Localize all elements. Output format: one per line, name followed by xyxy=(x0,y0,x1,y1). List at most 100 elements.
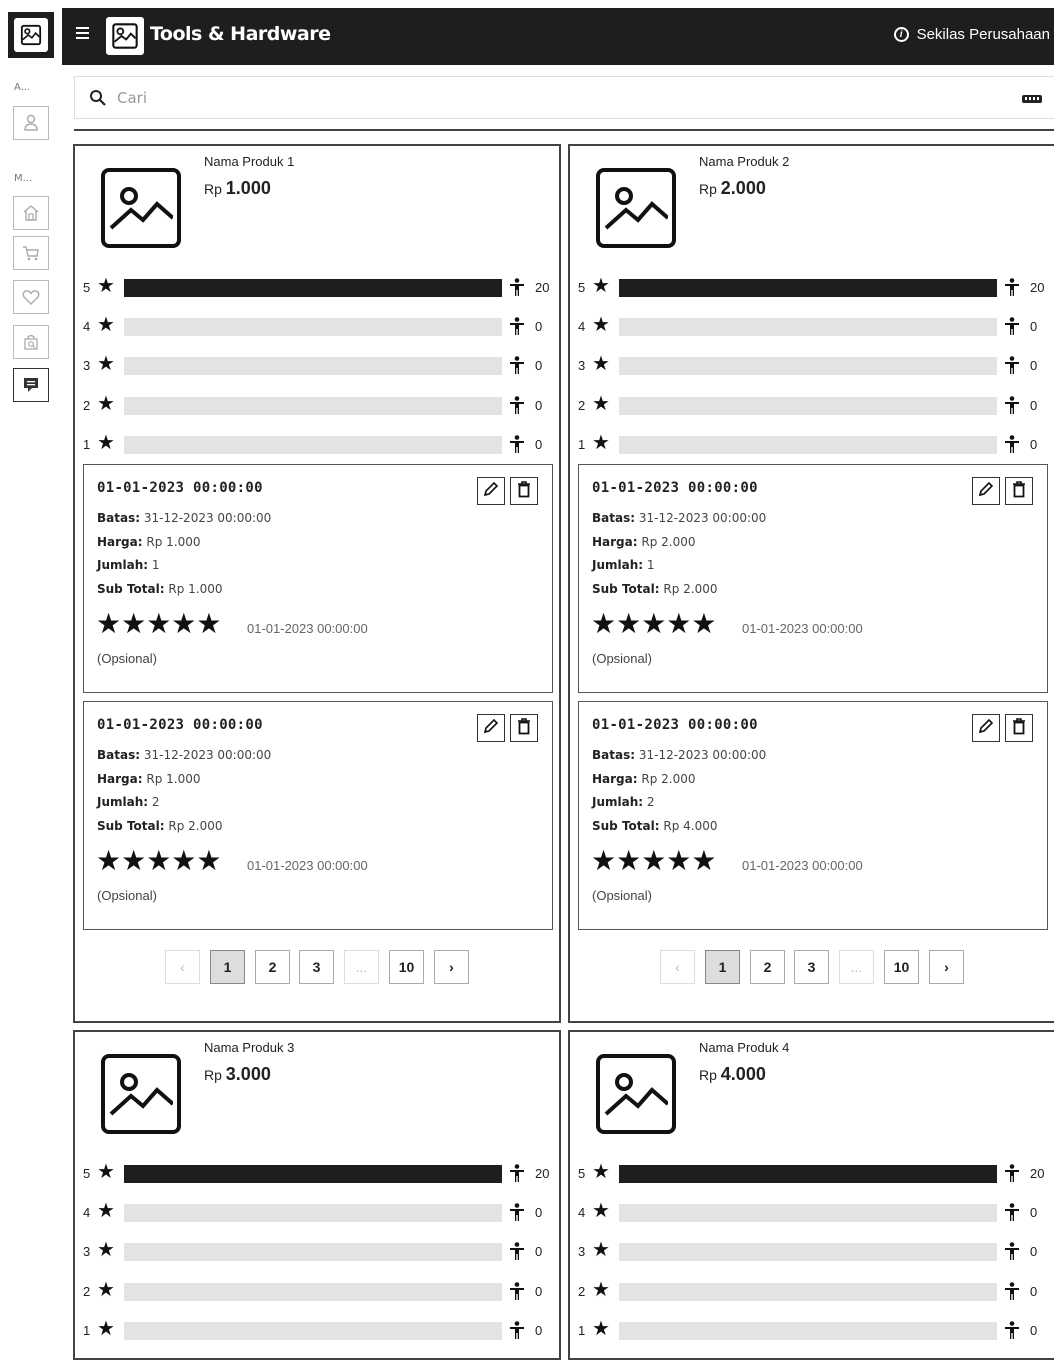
quantity-line-value: 1 xyxy=(151,558,160,572)
rating-star-number: 3 xyxy=(83,1244,91,1259)
star-icon: ★ xyxy=(97,314,115,336)
rail-section-a-label: A... xyxy=(14,82,31,93)
price-line-value: Rp 1.000 xyxy=(146,535,201,549)
content-divider xyxy=(74,129,1054,131)
product-price: Rp 2.000 xyxy=(699,178,766,199)
rating-row: 5 ★ 20 xyxy=(578,276,1048,297)
rating-star-number: 1 xyxy=(578,437,586,452)
rating-star-number: 4 xyxy=(578,1205,586,1220)
search-bar xyxy=(74,76,1054,119)
rating-row: 5 ★ 20 xyxy=(83,276,553,297)
heart-icon xyxy=(22,290,40,305)
rail-home-button[interactable] xyxy=(13,196,49,230)
product-price: Rp 4.000 xyxy=(699,1064,766,1085)
rating-count: 0 xyxy=(535,358,543,373)
edit-button[interactable] xyxy=(972,714,1000,742)
deadline-line-value: 31-12-2023 00:00:00 xyxy=(143,748,272,762)
user-icon xyxy=(24,114,38,131)
price-currency: Rp xyxy=(204,1067,222,1083)
person-icon xyxy=(1004,1242,1020,1260)
rating-row: 2 ★ 0 xyxy=(83,1280,553,1301)
person-icon xyxy=(509,1164,525,1182)
company-overview-link[interactable]: i Sekilas Perusahaan xyxy=(893,26,1050,43)
side-rail: A... M... xyxy=(0,0,62,1338)
rating-bar xyxy=(619,397,997,415)
price-line-value: Rp 1.000 xyxy=(146,772,201,786)
rating-star-number: 2 xyxy=(83,398,91,413)
pagination-page-1[interactable]: 1 xyxy=(210,950,245,984)
search-input[interactable] xyxy=(115,83,995,113)
deadline-line: Batas: 31-12-2023 00:00:00 xyxy=(97,748,271,762)
product-name[interactable]: Nama Produk 1 xyxy=(204,154,294,169)
pagination-page-2[interactable]: 2 xyxy=(750,950,785,984)
pagination-page-2[interactable]: 2 xyxy=(255,950,290,984)
rating-row: 2 ★ 0 xyxy=(578,394,1048,415)
price-line: Harga: Rp 2.000 xyxy=(592,772,696,786)
quantity-line-value: 1 xyxy=(646,558,655,572)
transaction-card: 01-01-2023 00:00:00 Batas: 31-12-2023 00:… xyxy=(578,701,1048,930)
chat-icon xyxy=(24,378,38,392)
pagination-next-button[interactable]: › xyxy=(929,950,964,984)
delete-button[interactable] xyxy=(1005,477,1033,505)
rating-row: 1 ★ 0 xyxy=(578,1319,1048,1340)
menu-icon[interactable] xyxy=(76,27,91,42)
pagination-page-last[interactable]: 10 xyxy=(389,950,424,984)
keyboard-icon[interactable] xyxy=(1022,95,1042,103)
pagination-prev-button[interactable]: ‹ xyxy=(165,950,200,984)
image-placeholder-icon[interactable] xyxy=(101,1054,181,1134)
pagination-next-button[interactable]: › xyxy=(434,950,469,984)
search-icon xyxy=(90,90,106,106)
pagination-page-3[interactable]: 3 xyxy=(794,950,829,984)
rating-star-number: 3 xyxy=(578,1244,586,1259)
subtotal-line-value: Rp 2.000 xyxy=(168,819,223,833)
price-line: Harga: Rp 2.000 xyxy=(592,535,696,549)
deadline-line-value: 31-12-2023 00:00:00 xyxy=(638,511,767,525)
rating-bar-fill xyxy=(124,279,502,297)
image-placeholder-icon[interactable] xyxy=(596,1054,676,1134)
delete-button[interactable] xyxy=(510,714,538,742)
product-name[interactable]: Nama Produk 3 xyxy=(204,1040,294,1055)
delete-button[interactable] xyxy=(510,477,538,505)
rail-messages-button[interactable] xyxy=(13,368,49,402)
rating-bar xyxy=(619,357,997,375)
pagination-page-1[interactable]: 1 xyxy=(705,950,740,984)
quantity-line-value: 2 xyxy=(151,795,160,809)
edit-button[interactable] xyxy=(972,477,1000,505)
image-placeholder-icon[interactable] xyxy=(101,168,181,248)
quantity-line: Jumlah: 2 xyxy=(97,795,160,809)
rail-cart-button[interactable] xyxy=(13,236,49,270)
rating-count: 0 xyxy=(1030,398,1038,413)
rail-wishlist-button[interactable] xyxy=(13,280,49,314)
review-date: 01-01-2023 00:00:00 xyxy=(742,858,863,873)
rating-count: 0 xyxy=(1030,1284,1038,1299)
pagination-page-3[interactable]: 3 xyxy=(299,950,334,984)
rating-star-number: 3 xyxy=(578,358,586,373)
pagination-prev-button[interactable]: ‹ xyxy=(660,950,695,984)
trash-icon xyxy=(516,480,532,503)
star-icon: ★ xyxy=(592,353,610,375)
price-value: 2.000 xyxy=(720,178,766,198)
subtotal-line: Sub Total: Rp 2.000 xyxy=(97,819,223,833)
price-line-value: Rp 2.000 xyxy=(641,772,696,786)
delete-button[interactable] xyxy=(1005,714,1033,742)
rating-star-number: 2 xyxy=(83,1284,91,1299)
product-name[interactable]: Nama Produk 2 xyxy=(699,154,789,169)
rating-row: 5 ★ 20 xyxy=(83,1162,553,1183)
rating-bar xyxy=(619,1283,997,1301)
rail-orders-button[interactable] xyxy=(13,325,49,359)
rating-bar-fill xyxy=(619,279,997,297)
deadline-line-value: 31-12-2023 00:00:00 xyxy=(143,511,272,525)
rating-star-number: 4 xyxy=(83,319,91,334)
rail-account-button[interactable] xyxy=(13,106,49,140)
pagination-page-last[interactable]: 10 xyxy=(884,950,919,984)
rating-star-number: 1 xyxy=(578,1323,586,1338)
product-name[interactable]: Nama Produk 4 xyxy=(699,1040,789,1055)
image-logo-icon[interactable] xyxy=(106,17,144,55)
app-logo[interactable] xyxy=(8,12,54,58)
quantity-line-value: 2 xyxy=(646,795,655,809)
edit-button[interactable] xyxy=(477,477,505,505)
edit-button[interactable] xyxy=(477,714,505,742)
rating-bar xyxy=(124,318,502,336)
rating-row: 4 ★ 0 xyxy=(578,1201,1048,1222)
image-placeholder-icon[interactable] xyxy=(596,168,676,248)
